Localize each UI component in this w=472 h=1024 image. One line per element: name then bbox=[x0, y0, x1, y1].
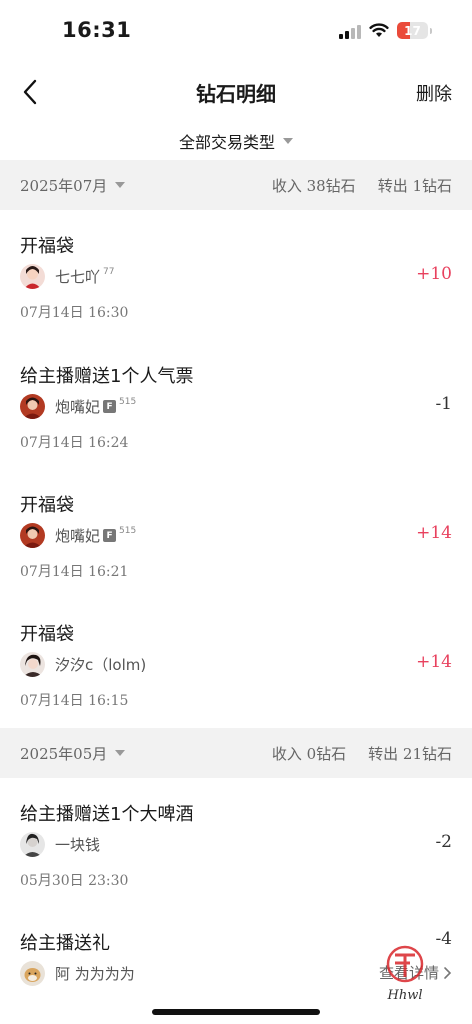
transfer-out-summary: 转出 1钻石 bbox=[377, 176, 452, 195]
avatar bbox=[20, 394, 45, 419]
month-label: 2025年05月 bbox=[20, 744, 108, 763]
transaction-user: 汐汐c（lolm) bbox=[20, 652, 146, 677]
watermark-emblem-icon bbox=[386, 945, 424, 983]
user-level: 515 bbox=[119, 525, 137, 536]
transaction-amount: +14 bbox=[416, 652, 452, 672]
home-indicator bbox=[152, 1009, 320, 1015]
status-bar: 16:31 17 bbox=[0, 0, 472, 62]
month-summary: 收入 0钻石 转出 21钻石 bbox=[272, 743, 452, 764]
battery-icon: 17 bbox=[397, 22, 428, 39]
user-name: 阿 为为为为 bbox=[55, 965, 135, 983]
status-icons: 17 bbox=[339, 22, 432, 39]
filter-label: 全部交易类型 bbox=[178, 133, 275, 152]
user-name: 一块钱 bbox=[55, 836, 101, 854]
month-header: 2025年07月 收入 38钻石 转出 1钻石 bbox=[0, 160, 472, 210]
caret-down-icon bbox=[283, 138, 293, 144]
month-selector[interactable]: 2025年07月 bbox=[20, 175, 126, 196]
user-level: 77 bbox=[103, 266, 115, 277]
avatar bbox=[20, 652, 45, 677]
caret-down-icon bbox=[115, 182, 126, 188]
user-badge: F bbox=[103, 529, 117, 542]
user-name: 七七吖 77 bbox=[55, 266, 115, 287]
page-title: 钻石明细 bbox=[196, 82, 276, 106]
transaction-user: 七七吖 77 bbox=[20, 264, 114, 289]
transaction-title: 开福袋 bbox=[20, 236, 74, 257]
transaction-title: 给主播赠送1个人气票 bbox=[20, 366, 194, 387]
battery-cap bbox=[430, 27, 432, 34]
nav-bar: 钻石明细 删除 bbox=[0, 62, 472, 122]
transaction-type-filter[interactable]: 全部交易类型 bbox=[0, 122, 472, 160]
watermark-text: Hhwl bbox=[387, 988, 423, 1003]
avatar bbox=[20, 264, 45, 289]
transaction-item[interactable]: 开福袋 汐汐c（lolm) 07月14日 16:15 +14 bbox=[0, 598, 472, 726]
transaction-title: 开福袋 bbox=[20, 495, 74, 516]
user-level: 515 bbox=[119, 396, 137, 407]
user-name: 汐汐c（lolm) bbox=[55, 656, 147, 674]
battery-level: 17 bbox=[404, 23, 421, 38]
transaction-item[interactable]: 开福袋 七七吖 77 07月14日 16:30 +10 bbox=[0, 210, 472, 338]
cellular-signal-icon bbox=[339, 23, 361, 39]
status-time: 16:31 bbox=[62, 18, 132, 42]
transaction-time: 07月14日 16:24 bbox=[20, 435, 129, 451]
wifi-icon bbox=[369, 23, 389, 37]
transaction-item[interactable]: 给主播赠送1个人气票 炮嘴妃 F 515 07月14日 16:24 -1 bbox=[0, 340, 472, 468]
transaction-user: 一块钱 bbox=[20, 832, 100, 857]
avatar bbox=[20, 523, 45, 548]
transaction-user: 炮嘴妃 F 515 bbox=[20, 523, 136, 548]
transaction-item[interactable]: 给主播赠送1个大啤酒 一块钱 05月30日 23:30 -2 bbox=[0, 778, 472, 906]
avatar bbox=[20, 832, 45, 857]
transaction-user: 炮嘴妃 F 515 bbox=[20, 394, 136, 419]
transaction-amount: +14 bbox=[416, 523, 452, 543]
month-label: 2025年07月 bbox=[20, 176, 108, 195]
delete-button[interactable]: 删除 bbox=[416, 80, 452, 106]
transaction-time: 07月14日 16:30 bbox=[20, 305, 129, 321]
transaction-time: 05月30日 23:30 bbox=[20, 873, 129, 889]
transfer-out-summary: 转出 21钻石 bbox=[368, 744, 452, 763]
transaction-time: 07月14日 16:15 bbox=[20, 693, 129, 709]
transaction-amount: +10 bbox=[416, 264, 452, 284]
user-name: 炮嘴妃 F 515 bbox=[55, 396, 137, 417]
month-selector[interactable]: 2025年05月 bbox=[20, 743, 126, 764]
user-badge: F bbox=[103, 400, 117, 413]
transaction-amount: -4 bbox=[435, 929, 452, 949]
watermark-logo: Hhwl bbox=[380, 944, 430, 1004]
month-header: 2025年05月 收入 0钻石 转出 21钻石 bbox=[0, 728, 472, 778]
transaction-title: 给主播送礼 bbox=[20, 933, 110, 954]
income-summary: 收入 0钻石 bbox=[271, 744, 347, 763]
user-name: 炮嘴妃 F 515 bbox=[55, 525, 137, 546]
transaction-user: 阿 为为为为 bbox=[20, 961, 135, 986]
income-summary: 收入 38钻石 bbox=[271, 176, 356, 195]
transaction-amount: -1 bbox=[435, 394, 452, 414]
caret-down-icon bbox=[115, 750, 126, 756]
transaction-title: 开福袋 bbox=[20, 624, 74, 645]
transaction-amount: -2 bbox=[435, 832, 452, 852]
transaction-time: 07月14日 16:21 bbox=[20, 564, 129, 580]
month-summary: 收入 38钻石 转出 1钻石 bbox=[272, 175, 452, 196]
chevron-right-icon bbox=[444, 966, 452, 979]
avatar bbox=[20, 961, 45, 986]
transaction-title: 给主播赠送1个大啤酒 bbox=[20, 804, 194, 825]
transaction-item[interactable]: 开福袋 炮嘴妃 F 515 07月14日 16:21 +14 bbox=[0, 469, 472, 597]
